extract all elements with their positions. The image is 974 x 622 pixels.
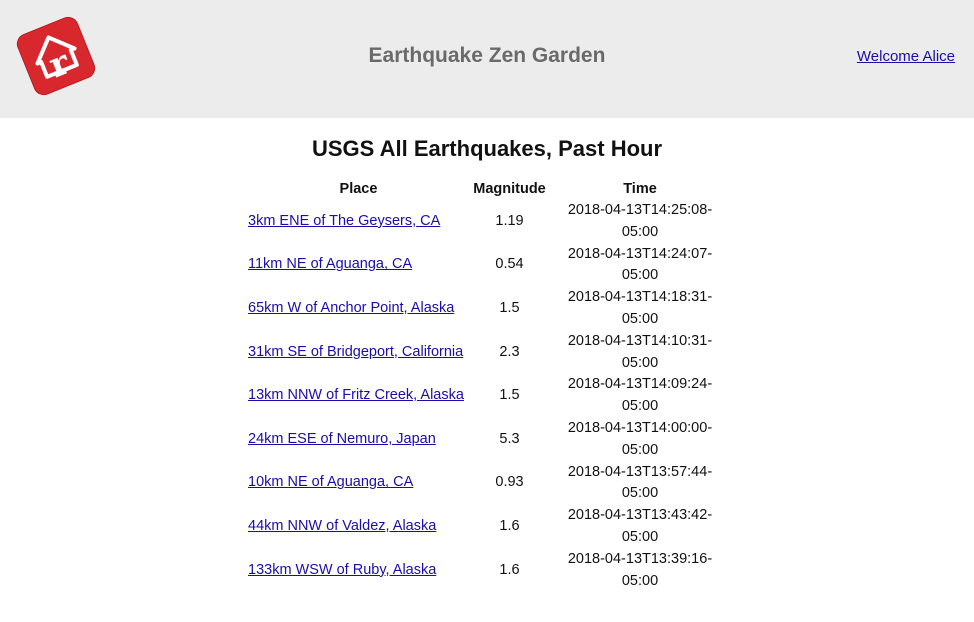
place-cell: 44km NNW of Valdez, Alaska (246, 505, 471, 549)
time-cell: 2018-04-13T14:24:07-05:00 (567, 245, 713, 284)
magnitude-cell: 0.54 (495, 256, 524, 273)
time-cell: 2018-04-13T13:39:16-05:00 (567, 550, 713, 589)
table-row: 133km WSW of Ruby, Alaska 1.6 2018-04-13… (246, 549, 732, 593)
place-cell: 11km NE of Aguanga, CA (246, 244, 471, 288)
place-link[interactable]: 31km SE of Bridgeport, California (248, 344, 463, 360)
earthquake-table: Place Magnitude Time 3km ENE of The Geys… (246, 178, 732, 592)
place-link[interactable]: 24km ESE of Nemuro, Japan (248, 431, 436, 447)
place-cell: 10km NE of Aguanga, CA (246, 462, 471, 506)
place-link[interactable]: 10km NE of Aguanga, CA (248, 474, 413, 490)
time-cell: 2018-04-13T14:25:08-05:00 (567, 202, 713, 240)
place-cell: 31km SE of Bridgeport, California (246, 331, 471, 375)
place-link[interactable]: 65km W of Anchor Point, Alaska (248, 300, 454, 316)
time-cell: 2018-04-13T13:57:44-05:00 (567, 463, 713, 502)
place-link[interactable]: 13km NNW of Fritz Creek, Alaska (248, 387, 464, 403)
table-row: 13km NNW of Fritz Creek, Alaska 1.5 2018… (246, 374, 732, 418)
place-cell: 3km ENE of The Geysers, CA (246, 200, 471, 244)
table-row: 65km W of Anchor Point, Alaska 1.5 2018-… (246, 287, 732, 331)
table-row: 24km ESE of Nemuro, Japan 5.3 2018-04-13… (246, 418, 732, 462)
column-header-place: Place (339, 181, 378, 197)
place-link[interactable]: 3km ENE of The Geysers, CA (248, 213, 440, 229)
table-row: 31km SE of Bridgeport, California 2.3 20… (246, 331, 732, 375)
magnitude-cell: 5.3 (499, 430, 520, 447)
place-cell: 13km NNW of Fritz Creek, Alaska (246, 374, 471, 418)
magnitude-cell: 0.93 (495, 474, 524, 491)
time-cell: 2018-04-13T13:43:42-05:00 (567, 507, 713, 545)
place-cell: 133km WSW of Ruby, Alaska (246, 549, 471, 593)
magnitude-cell: 2.3 (499, 343, 520, 360)
welcome-user-link[interactable]: Welcome Alice (857, 48, 955, 65)
time-cell: 2018-04-13T14:10:31-05:00 (567, 332, 713, 371)
magnitude-cell: 1.5 (499, 300, 520, 317)
table-row: 10km NE of Aguanga, CA 0.93 2018-04-13T1… (246, 462, 732, 506)
table-row: 11km NE of Aguanga, CA 0.54 2018-04-13T1… (246, 244, 732, 288)
magnitude-cell: 1.6 (499, 518, 520, 535)
table-header-row: Place Magnitude Time (246, 178, 732, 200)
time-cell: 2018-04-13T14:09:24-05:00 (567, 376, 713, 415)
place-link[interactable]: 133km WSW of Ruby, Alaska (248, 562, 436, 578)
time-cell: 2018-04-13T14:18:31-05:00 (567, 289, 713, 327)
table-row: 44km NNW of Valdez, Alaska 1.6 2018-04-1… (246, 505, 732, 549)
place-link[interactable]: 11km NE of Aguanga, CA (248, 256, 412, 272)
table-row: 3km ENE of The Geysers, CA 1.19 2018-04-… (246, 200, 732, 244)
app-title: Earthquake Zen Garden (368, 44, 606, 67)
place-link[interactable]: 44km NNW of Valdez, Alaska (248, 518, 436, 534)
magnitude-cell: 1.6 (499, 561, 520, 578)
time-cell: 2018-04-13T14:00:00-05:00 (567, 419, 713, 458)
magnitude-cell: 1.5 (499, 387, 520, 404)
place-cell: 65km W of Anchor Point, Alaska (246, 287, 471, 331)
place-cell: 24km ESE of Nemuro, Japan (246, 418, 471, 462)
column-header-time: Time (623, 181, 657, 197)
page-title: USGS All Earthquakes, Past Hour (311, 136, 663, 161)
magnitude-cell: 1.19 (495, 212, 524, 229)
column-header-magnitude: Magnitude (473, 181, 546, 197)
app-header: r Earthquake Zen Garden Welcome Alice (0, 0, 974, 118)
